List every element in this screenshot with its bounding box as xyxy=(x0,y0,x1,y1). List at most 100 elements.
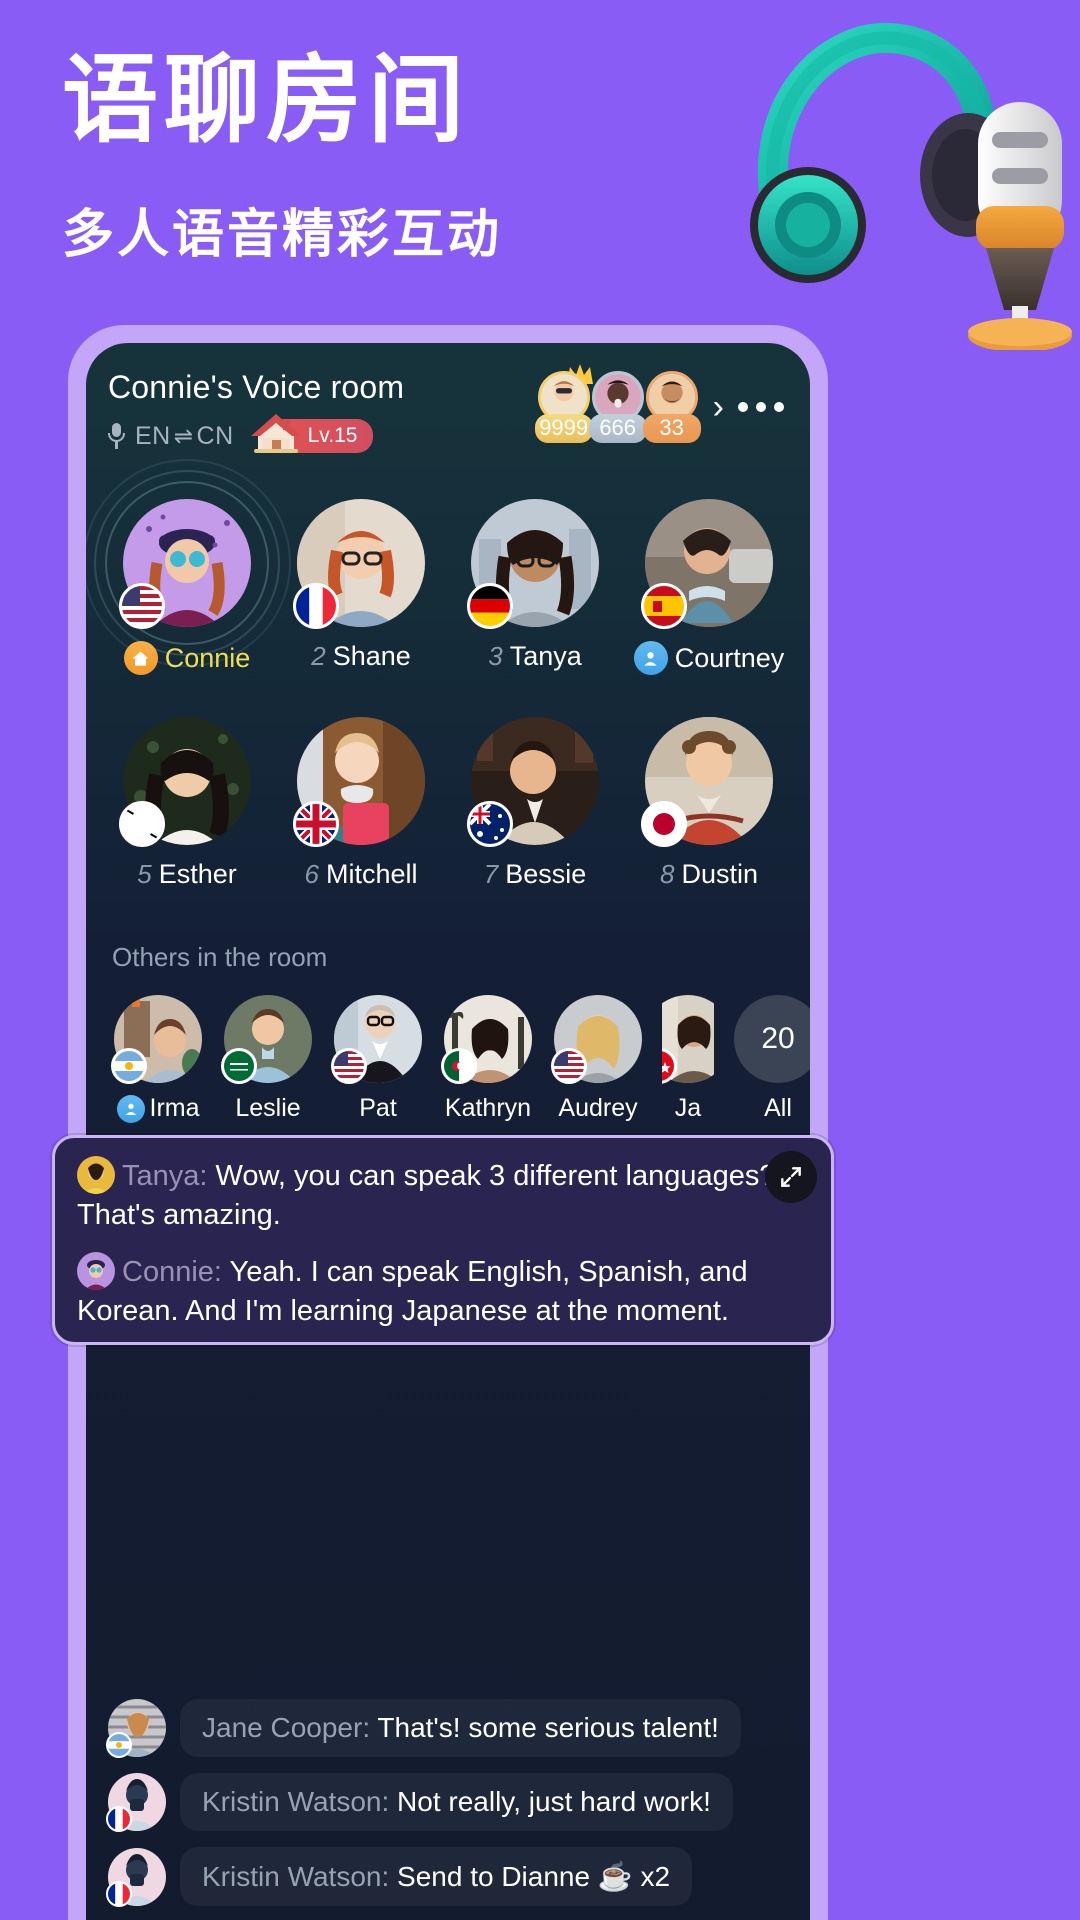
flag-gb xyxy=(293,801,339,847)
seat-name: 3 Tanya xyxy=(488,641,582,672)
flag-us xyxy=(551,1048,587,1084)
seat-avatar-wrap xyxy=(641,499,773,629)
seat-name: 5 Esther xyxy=(137,859,237,890)
other-name-text: Kathryn xyxy=(444,1094,532,1122)
chat-text: That's! some serious talent! xyxy=(377,1712,719,1743)
avatar xyxy=(77,1156,115,1194)
seat-name-text: Mitchell xyxy=(325,859,418,889)
seat-name-text: Courtney xyxy=(674,642,785,673)
phone-frame: Connie's Voice room EN ⇌ CN Lv.15 9999 6… xyxy=(68,325,828,1920)
seat-name: 6 Mitchell xyxy=(305,859,418,890)
expand-icon[interactable] xyxy=(765,1151,817,1203)
seat-dustin[interactable]: 8 Dustin xyxy=(622,717,796,890)
house-icon xyxy=(250,414,301,453)
flag-kr xyxy=(119,801,165,847)
avatar xyxy=(77,1251,115,1290)
flag-de xyxy=(467,583,513,629)
other-name: All xyxy=(764,1094,792,1123)
seat-name-text: Tanya xyxy=(509,641,582,671)
rank-avatars[interactable]: 9999 666 33 xyxy=(534,364,701,443)
chat-row[interactable]: Kristin Watson: Not really, just hard wo… xyxy=(86,1773,810,1832)
rank-item[interactable]: 666 xyxy=(588,371,647,443)
chat-message: Jane Cooper: That's! some serious talent… xyxy=(180,1699,741,1757)
person-icon xyxy=(116,1094,145,1123)
other-name-text: Leslie xyxy=(235,1094,301,1122)
hero-banner: 语聊房间 多人语音精彩互动 xyxy=(0,0,1080,350)
chat-speaker: Jane Cooper: xyxy=(202,1712,371,1743)
swap-icon: ⇌ xyxy=(173,422,194,449)
other-name: Kathryn xyxy=(445,1094,531,1123)
all-label: All xyxy=(764,1094,792,1122)
chat-speaker: Kristin Watson: xyxy=(202,1861,390,1892)
flag-au xyxy=(467,801,513,847)
seat-connie[interactable]: Connie xyxy=(86,459,291,675)
rank-item[interactable]: 9999 xyxy=(534,364,593,443)
avatar xyxy=(106,1847,166,1907)
chat-speaker: Kristin Watson: xyxy=(202,1786,390,1817)
flag-us xyxy=(331,1048,367,1084)
seat-esther[interactable]: 5 Esther xyxy=(100,717,274,890)
language-pair: EN ⇌ CN xyxy=(135,422,234,451)
others-section: Others in the room Irma Leslie Pat Kathr… xyxy=(86,890,810,1123)
others-row[interactable]: Irma Leslie Pat Kathryn Audrey Ja 20 All xyxy=(111,995,810,1123)
rank-value: 666 xyxy=(588,414,647,443)
flag-dz xyxy=(441,1048,477,1084)
language-from: EN xyxy=(135,421,171,450)
highlight-speaker-1: Tanya: xyxy=(122,1160,208,1192)
avatar xyxy=(106,1699,166,1758)
flag-ar xyxy=(106,1732,132,1758)
other-audrey[interactable]: Audrey xyxy=(551,995,644,1123)
flag-fr xyxy=(106,1806,132,1832)
chat-message: Kristin Watson: Not really, just hard wo… xyxy=(180,1773,733,1831)
room-title: Connie's Voice room xyxy=(108,369,405,405)
seat-name-text: Esther xyxy=(158,859,237,889)
seat-avatar-wrap xyxy=(119,717,251,847)
hero-title: 语聊房间 xyxy=(62,44,470,156)
other-ja[interactable]: Ja xyxy=(662,995,714,1123)
other-irma[interactable]: Irma xyxy=(111,995,204,1123)
chat-row[interactable]: Jane Cooper: That's! some serious talent… xyxy=(86,1699,810,1758)
seat-avatar-wrap xyxy=(467,717,599,847)
seat-courtney[interactable]: Courtney xyxy=(622,499,796,675)
seat-avatar-wrap xyxy=(467,499,599,629)
chat-message: Kristin Watson: Send to Dianne ☕ x2 xyxy=(180,1847,693,1906)
headphones-microphone-illustration xyxy=(750,22,1072,350)
room-level[interactable]: Lv.15 xyxy=(250,414,374,453)
chat-row[interactable]: Kristin Watson: Send to Dianne ☕ x2 xyxy=(86,1847,810,1907)
highlighted-message-card[interactable]: Tanya: Wow, you can speak 3 different la… xyxy=(52,1135,834,1345)
seat-index: 8 xyxy=(660,859,675,889)
other-leslie[interactable]: Leslie xyxy=(221,995,314,1123)
seat-shane[interactable]: 2 Shane xyxy=(274,499,448,675)
room-header-right: 9999 666 33 › xyxy=(534,364,786,443)
rank-item[interactable]: 33 xyxy=(642,371,701,443)
flag-fr xyxy=(293,583,339,629)
seat-bessie[interactable]: 7 Bessie xyxy=(448,717,622,890)
other-all[interactable]: 20 All xyxy=(732,995,810,1123)
other-name: Pat xyxy=(359,1094,397,1123)
chat-list[interactable]: Jane Cooper: That's! some serious talent… xyxy=(86,1683,810,1920)
chevron-right-icon[interactable]: › xyxy=(701,390,738,424)
other-avatar-wrap xyxy=(111,995,202,1084)
room-header-left: Connie's Voice room EN ⇌ CN Lv.15 xyxy=(108,369,535,453)
rank-value: 9999 xyxy=(534,414,593,443)
seat-avatar-wrap xyxy=(293,499,425,629)
seat-index: 3 xyxy=(488,641,503,671)
seat-name: 7 Bessie xyxy=(484,859,587,890)
seat-tanya[interactable]: 3 Tanya xyxy=(448,499,622,675)
other-pat[interactable]: Pat xyxy=(331,995,424,1123)
other-name: Irma xyxy=(116,1094,200,1123)
seat-avatar-wrap xyxy=(293,717,425,847)
more-dots-icon[interactable] xyxy=(738,402,786,412)
other-kathryn[interactable]: Kathryn xyxy=(441,995,534,1123)
seat-mitchell[interactable]: 6 Mitchell xyxy=(274,717,448,890)
others-label: Others in the room xyxy=(112,942,328,972)
other-name-text: Ja xyxy=(674,1094,702,1122)
chat-text: Send to Dianne ☕ x2 xyxy=(397,1861,671,1892)
seat-name: Courtney xyxy=(633,641,785,675)
seat-name: 8 Dustin xyxy=(660,859,758,890)
seat-name-text: Dustin xyxy=(681,859,758,889)
language-to: CN xyxy=(196,421,234,450)
avatar xyxy=(106,1773,166,1832)
microphone-icon xyxy=(108,423,125,449)
rank-value: 33 xyxy=(642,414,701,443)
